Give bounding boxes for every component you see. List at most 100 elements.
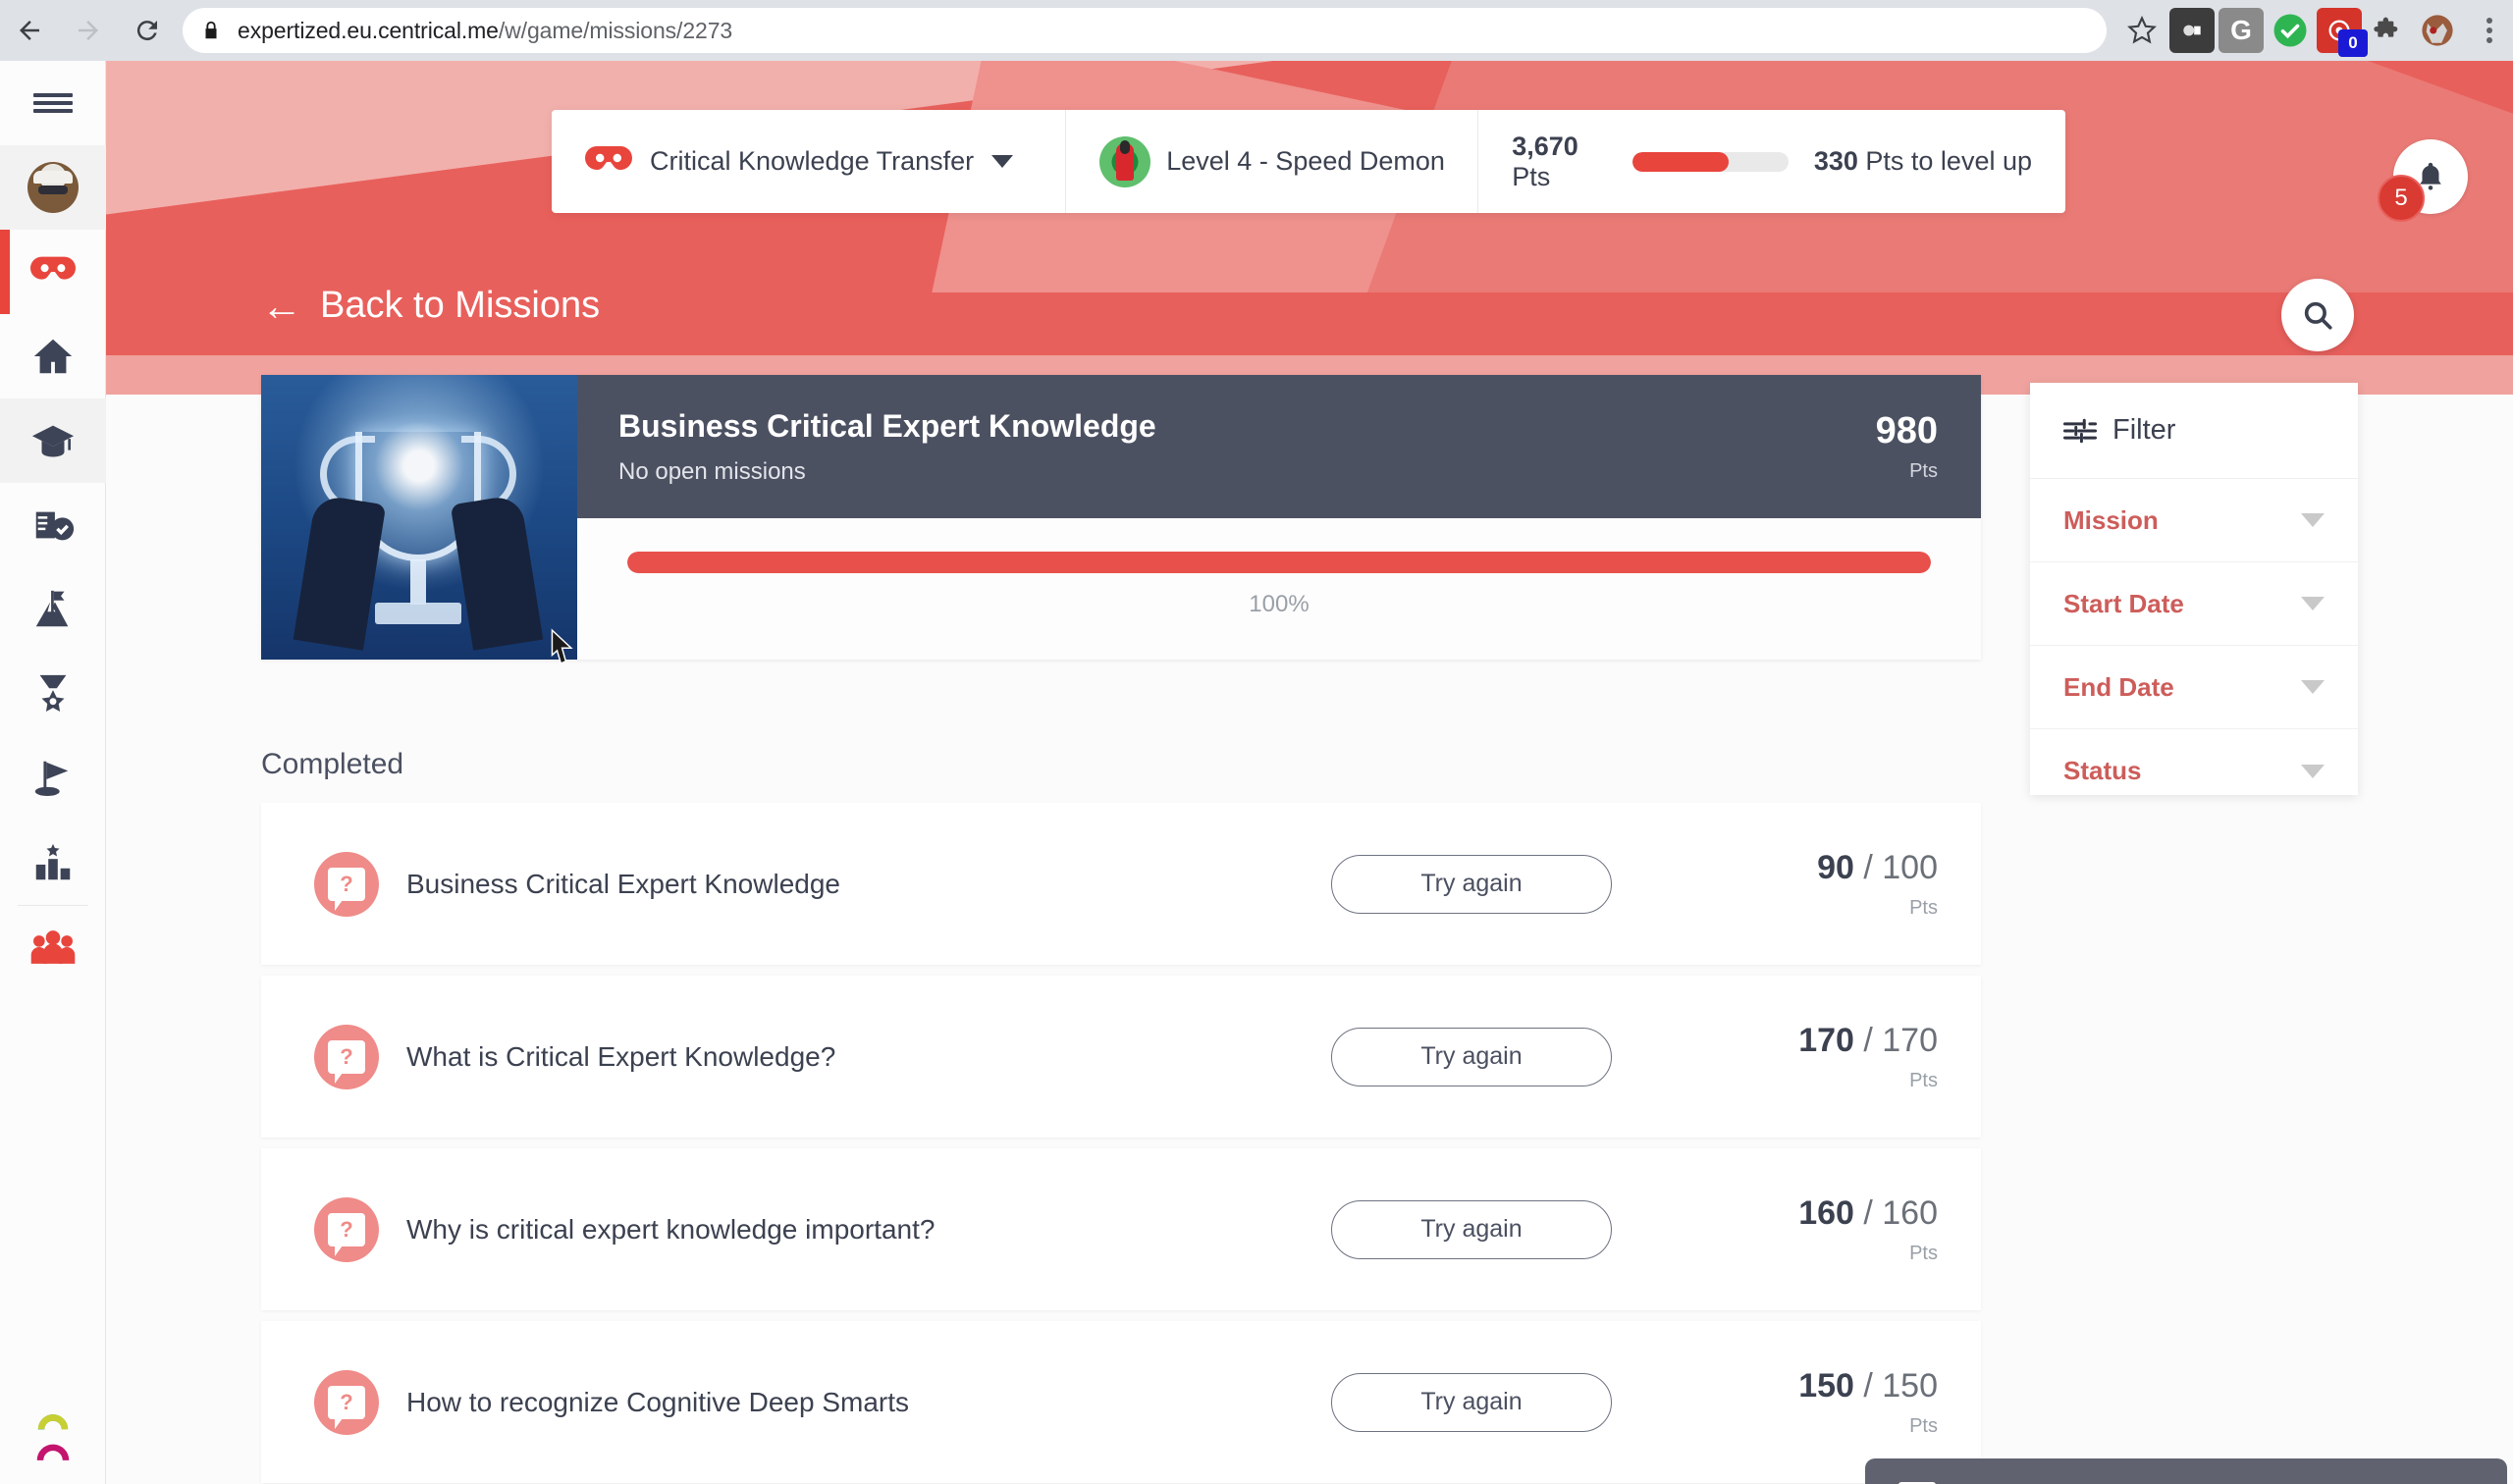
try-again-button[interactable]: Try again xyxy=(1331,1199,1612,1259)
sidebar-item-goals[interactable] xyxy=(0,736,106,821)
try-again-button[interactable]: Try again xyxy=(1331,1372,1612,1432)
mission-row-score: 90 / 100 Pts xyxy=(1730,849,1938,920)
mission-row-score-max: / 160 xyxy=(1863,1193,1938,1232)
mission-score: 980 Pts xyxy=(1876,410,1938,483)
glove-left xyxy=(293,494,387,651)
sidebar-item-home[interactable] xyxy=(0,314,106,398)
kebab-menu-icon[interactable] xyxy=(2466,3,2513,58)
avatar-icon xyxy=(27,162,79,213)
filter-rows: Mission Start Date End Date Status xyxy=(2030,479,2358,813)
question-bubble-icon: ? xyxy=(314,1369,379,1435)
lock-icon xyxy=(205,21,217,39)
mission-row[interactable]: ? Why is critical expert knowledge import… xyxy=(261,1148,1981,1310)
mission-row-score: 150 / 150 Pts xyxy=(1730,1367,1938,1438)
question-bubble-icon: ? xyxy=(314,1196,379,1262)
mission-list: ? Business Critical Expert Knowledge Try a… xyxy=(261,803,1981,1484)
points-to-level-up: 330 Pts to level up xyxy=(1813,146,2032,176)
sidebar-item-tasks[interactable] xyxy=(0,483,106,567)
trophy-stem xyxy=(410,559,426,605)
star-icon[interactable] xyxy=(2114,3,2169,58)
mission-row-score-value: 160 xyxy=(1798,1193,1854,1232)
target-extension-icon[interactable]: 0 xyxy=(2317,8,2368,57)
mission-score-value: 980 xyxy=(1875,410,1938,451)
check-extension-icon[interactable] xyxy=(2268,8,2313,53)
level-label: Level 4 - Speed Demon xyxy=(1166,146,1445,176)
chevron-down-icon[interactable] xyxy=(2301,764,2325,778)
browser-toolbar: expertized.eu.centrical.me/w/game/missio… xyxy=(0,0,2513,61)
filter-row-label: Status xyxy=(2063,756,2142,785)
flag-icon xyxy=(34,761,68,797)
mission-row[interactable]: ? What is Critical Expert Knowledge? Try a… xyxy=(261,976,1981,1138)
game-name-label: Critical Knowledge Transfer xyxy=(650,146,975,176)
sidebar-item-learning[interactable] xyxy=(0,398,106,483)
puzzle-extensions-icon[interactable] xyxy=(2366,8,2411,53)
mission-progress-fill xyxy=(627,552,1931,573)
mission-row[interactable]: ? How to recognize Cognitive Deep Smarts T… xyxy=(261,1321,1981,1483)
filter-row-status[interactable]: Status xyxy=(2030,729,2358,813)
arrow-left-icon: ← xyxy=(261,282,302,329)
filter-header: Filter xyxy=(2030,383,2358,479)
mission-row-title: Why is critical expert knowledge importa… xyxy=(406,1213,936,1245)
chevron-down-icon[interactable] xyxy=(991,155,1014,168)
profile-avatar-icon[interactable] xyxy=(2415,8,2460,53)
mission-row-score-value: 90 xyxy=(1817,848,1854,886)
mission-row-title: How to recognize Cognitive Deep Smarts xyxy=(406,1386,910,1417)
section-title: Completed xyxy=(261,748,404,780)
notification-count-badge: 5 xyxy=(2378,175,2425,222)
hamburger-menu-icon[interactable] xyxy=(0,61,106,145)
question-bubble-icon: ? xyxy=(314,851,379,917)
search-icon[interactable] xyxy=(2281,279,2354,351)
mission-row-title: Business Critical Expert Knowledge xyxy=(406,868,840,899)
sidebar-item-game[interactable] xyxy=(0,230,106,314)
mission-row-score-unit: Pts xyxy=(1909,1242,1938,1264)
mountain-flag-icon xyxy=(35,590,68,627)
filter-row-label: Mission xyxy=(2063,504,2159,535)
mission-title: Business Critical Expert Knowledge xyxy=(618,407,1156,444)
back-to-missions-link[interactable]: ← Back to Missions xyxy=(261,285,600,327)
mission-row-title: What is Critical Expert Knowledge? xyxy=(406,1040,836,1072)
sidebar-item-leaderboard[interactable] xyxy=(0,821,106,905)
filter-row-label: Start Date xyxy=(2063,588,2184,618)
back-to-missions-label: Back to Missions xyxy=(320,285,601,326)
back-arrow-icon[interactable] xyxy=(0,1,59,60)
chevron-down-icon[interactable] xyxy=(2301,680,2325,694)
game-selector[interactable]: Critical Knowledge Transfer xyxy=(552,110,1067,213)
chevron-down-icon[interactable] xyxy=(2301,597,2325,610)
mission-card-progress: 100% xyxy=(577,518,1981,660)
reload-icon[interactable] xyxy=(118,1,177,60)
chevron-down-icon[interactable] xyxy=(2301,513,2325,527)
media-cast-extension-icon[interactable] xyxy=(2169,8,2215,53)
filter-row-end-date[interactable]: End Date xyxy=(2030,646,2358,729)
filter-row-mission[interactable]: Mission xyxy=(2030,479,2358,562)
mission-progress-track xyxy=(627,552,1931,573)
game-status-bar: Critical Knowledge Transfer Level 4 - Sp… xyxy=(552,110,2065,213)
mission-row[interactable]: ? Business Critical Expert Knowledge Try a… xyxy=(261,803,1981,965)
graduation-cap-icon xyxy=(31,425,74,457)
mission-row-score: 160 / 160 Pts xyxy=(1730,1194,1938,1265)
notifications-button[interactable]: 5 xyxy=(2378,139,2468,222)
mission-progress-label: 100% xyxy=(1249,591,1310,617)
try-again-button[interactable]: Try again xyxy=(1331,854,1612,914)
trophy-base xyxy=(375,603,461,624)
left-nav-rail xyxy=(0,61,106,1484)
centrical-logo xyxy=(0,1390,106,1484)
sidebar-item-user-avatar[interactable] xyxy=(0,145,106,230)
sidebar-item-challenges[interactable] xyxy=(0,567,106,652)
forward-arrow-icon[interactable] xyxy=(59,1,118,60)
level-progress-fill xyxy=(1631,151,1730,172)
mission-row-score-value: 150 xyxy=(1798,1366,1854,1404)
mission-row-score-value: 170 xyxy=(1798,1021,1854,1059)
filter-row-start-date[interactable]: Start Date xyxy=(2030,562,2358,646)
mission-row-score-max: / 100 xyxy=(1863,848,1938,886)
mission-row-score-unit: Pts xyxy=(1909,1069,1938,1091)
conversations-widget[interactable]: Conversations xyxy=(1865,1458,2507,1484)
clipboard-check-icon xyxy=(35,511,74,541)
filter-panel: Filter Mission Start Date End Date Status xyxy=(2030,383,2358,795)
sidebar-item-awards[interactable] xyxy=(0,652,106,736)
sidebar-item-teams[interactable] xyxy=(0,906,106,990)
grammarly-extension-icon[interactable]: G xyxy=(2219,8,2264,53)
extensions-tray: G 0 xyxy=(2169,8,2466,57)
try-again-button[interactable]: Try again xyxy=(1331,1027,1612,1086)
address-bar[interactable]: expertized.eu.centrical.me/w/game/missio… xyxy=(183,8,2107,53)
filter-title: Filter xyxy=(2112,414,2176,446)
